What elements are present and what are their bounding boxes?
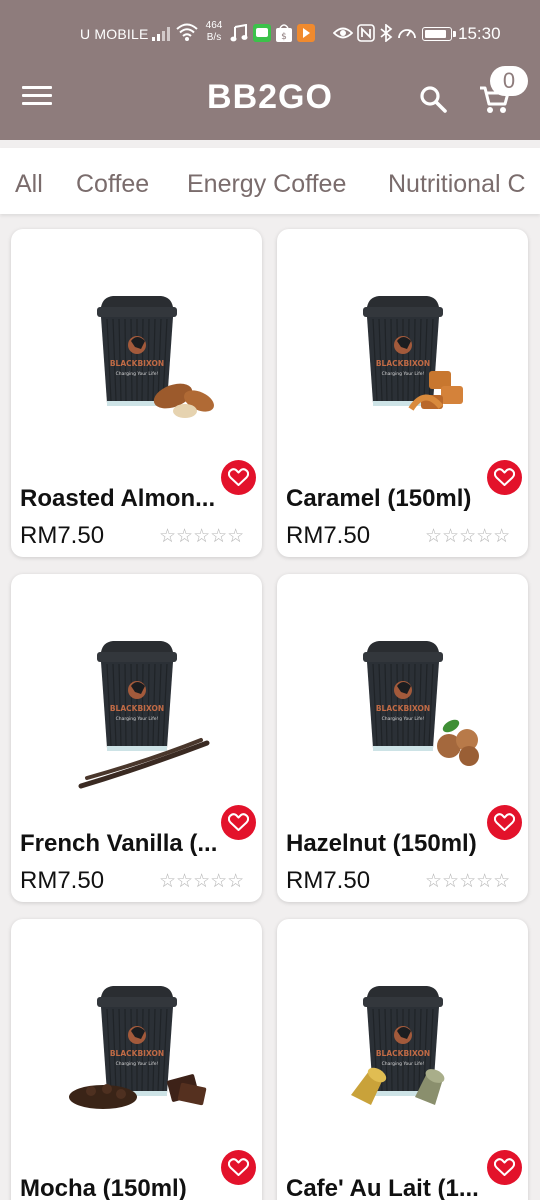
carrier-label: U MOBILE	[80, 26, 149, 42]
tab-energy-coffee[interactable]: Energy Coffee	[187, 170, 346, 199]
product-name: Caramel (150ml)	[286, 485, 472, 512]
product-price: RM7.50	[20, 522, 105, 549]
favorite-button[interactable]	[221, 1150, 256, 1185]
battery-level	[424, 29, 447, 38]
favorite-button[interactable]	[487, 1150, 522, 1185]
tab-coffee[interactable]: Coffee	[76, 170, 149, 199]
product-card[interactable]: BLACKBIXON Charging Your Life! Hazelnut …	[277, 574, 528, 902]
rate-unit: B/s	[206, 32, 222, 43]
heart-icon	[494, 468, 515, 486]
product-name: French Vanilla (...	[20, 830, 218, 857]
product-image: BLACKBIXON Charging Your Life!	[78, 641, 210, 789]
product-image: BLACKBIXON Charging Your Life!	[351, 986, 445, 1105]
product-card[interactable]: BLACKBIXON Charging Your Life! Cafe' Au …	[277, 919, 528, 1200]
play-app-icon	[297, 24, 315, 42]
heart-icon	[494, 1158, 515, 1176]
favorite-button[interactable]	[221, 460, 256, 495]
product-image: BLACKBIXON Charging Your Life!	[363, 296, 463, 411]
svg-text:$: $	[281, 32, 287, 42]
network-rate: 464 B/s	[203, 20, 225, 44]
svg-text:BLACKBIXON: BLACKBIXON	[376, 704, 430, 713]
product-name: Cafe' Au Lait (1...	[286, 1175, 479, 1200]
rating-stars: ☆☆☆☆☆	[425, 526, 511, 547]
music-note-icon	[230, 24, 248, 42]
favorite-button[interactable]	[487, 805, 522, 840]
rating-stars: ☆☆☆☆☆	[159, 871, 245, 892]
product-card[interactable]: BLACKBIXON Charging Your Life! Caramel (…	[277, 229, 528, 557]
svg-text:Charging Your Life!: Charging Your Life!	[116, 371, 159, 377]
rate-value: 464	[205, 20, 223, 31]
svg-text:Charging Your Life!: Charging Your Life!	[382, 716, 425, 722]
product-name: Hazelnut (150ml)	[286, 830, 477, 857]
heart-icon	[228, 1158, 249, 1176]
product-name: Roasted Almon...	[20, 485, 216, 512]
product-price: RM7.50	[20, 867, 105, 894]
rating-stars: ☆☆☆☆☆	[425, 871, 511, 892]
svg-text:Charging Your Life!: Charging Your Life!	[382, 371, 425, 377]
svg-text:BLACKBIXON: BLACKBIXON	[376, 359, 430, 368]
svg-text:BLACKBIXON: BLACKBIXON	[376, 1049, 430, 1058]
app-title: BB2GO	[207, 78, 333, 116]
category-tabs: All Coffee Energy Coffee Nutritional C	[0, 148, 540, 214]
cart-count-badge: 0	[490, 66, 528, 96]
svg-text:Charging Your Life!: Charging Your Life!	[116, 1061, 159, 1067]
heart-icon	[228, 468, 249, 486]
product-price: RM7.50	[286, 522, 371, 549]
battery-icon	[422, 27, 456, 41]
product-card[interactable]: BLACKBIXON Charging Your Life! Mocha (15…	[11, 919, 262, 1200]
svg-text:BLACKBIXON: BLACKBIXON	[110, 359, 164, 368]
product-card[interactable]: BLACKBIXON Charging Your Life! Roasted A…	[11, 229, 262, 557]
svg-text:BLACKBIXON: BLACKBIXON	[110, 1049, 164, 1058]
heart-icon	[494, 813, 515, 831]
bluetooth-icon	[380, 24, 393, 42]
product-image: BLACKBIXON Charging Your Life!	[69, 986, 207, 1109]
tab-nutritional-coffee[interactable]: Nutritional C	[388, 170, 526, 199]
wifi-icon	[176, 23, 198, 41]
svg-text:BLACKBIXON: BLACKBIXON	[110, 704, 164, 713]
heart-icon	[228, 813, 249, 831]
favorite-button[interactable]	[487, 460, 522, 495]
product-price: RM7.50	[286, 867, 371, 894]
product-image: BLACKBIXON Charging Your Life!	[363, 641, 479, 766]
eye-icon	[333, 27, 353, 39]
product-name: Mocha (150ml)	[20, 1175, 187, 1200]
speedometer-icon	[398, 29, 416, 39]
product-image: BLACKBIXON Charging Your Life!	[97, 296, 214, 418]
nfc-icon	[357, 24, 375, 42]
wechat-app-icon	[253, 24, 271, 42]
status-bar: U MOBILE 464 B/s $ 15:30	[0, 0, 540, 58]
favorite-button[interactable]	[221, 805, 256, 840]
clock-time: 15:30	[458, 24, 501, 43]
product-card[interactable]: BLACKBIXON Charging Your Life! French Va…	[11, 574, 262, 902]
shopping-app-icon: $	[276, 24, 292, 42]
rating-stars: ☆☆☆☆☆	[159, 526, 245, 547]
signal-icon	[152, 27, 170, 41]
search-icon[interactable]	[418, 84, 448, 114]
svg-text:Charging Your Life!: Charging Your Life!	[116, 716, 159, 722]
svg-text:Charging Your Life!: Charging Your Life!	[382, 1061, 425, 1067]
tab-all[interactable]: All	[15, 170, 43, 199]
app-toolbar: BB2GO 0	[0, 58, 540, 140]
